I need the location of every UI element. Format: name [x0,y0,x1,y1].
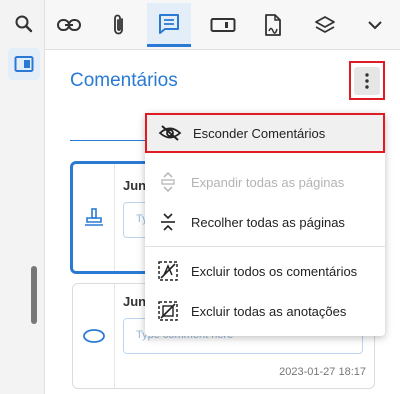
form-field-button[interactable] [201,3,245,47]
panel-icon [14,56,34,72]
menu-item-label: Recolher todas as páginas [191,214,345,230]
delete-comments-icon [145,260,191,282]
more-options-button[interactable] [349,61,385,100]
search-icon [15,15,33,33]
layers-button[interactable] [303,3,347,47]
tab-underline [70,140,150,141]
panel-title: Comentários [70,70,178,91]
comment-date: 2023-01-27 18:17 [279,366,366,378]
link-icon [57,19,81,31]
toolbar [45,0,400,50]
paperclip-icon [114,14,123,35]
ellipse-icon [82,329,105,343]
search-button[interactable] [8,8,40,40]
menu-item-label: Expandir todas as páginas [191,174,345,190]
comment-author: Jun [123,178,147,193]
comment-icon [159,13,179,34]
options-menu: Esconder Comentários Expandir todas as p… [145,113,385,336]
expand-icon [145,172,191,192]
chevron-down-icon [368,21,382,30]
menu-item-collapse-pages[interactable]: Recolher todas as páginas [145,202,385,242]
collapse-icon [145,212,191,232]
left-rail [0,0,45,394]
more-options-inner [354,66,380,95]
link-button[interactable] [47,3,91,47]
form-field-icon [210,18,236,32]
rail-scrollbar[interactable] [31,266,37,324]
sign-document-icon [265,14,281,36]
menu-item-delete-annotations[interactable]: Excluir todas as anotações [145,291,385,331]
card-icon-column [73,164,115,271]
eye-off-icon [147,124,193,142]
sign-document-button[interactable] [251,3,295,47]
comments-button[interactable] [147,3,191,47]
menu-item-label: Excluir todos os comentários [191,263,358,279]
panel-toggle-button[interactable] [8,48,40,80]
delete-annotations-icon [145,300,191,322]
card-icon-column [73,284,115,388]
more-vertical-icon [365,72,369,89]
more-tools-button[interactable] [353,3,397,47]
menu-item-delete-comments[interactable]: Excluir todos os comentários [145,251,385,291]
menu-item-label: Esconder Comentários [193,125,326,141]
comment-author: Jun [123,294,147,309]
layers-icon [315,16,335,33]
stamp-icon [84,207,103,226]
app-root: Comentários Jun Typ Jun Type comment her… [0,0,400,394]
menu-separator [145,246,385,247]
attachment-button[interactable] [97,3,141,47]
menu-item-expand-pages[interactable]: Expandir todas as páginas [145,162,385,202]
menu-item-label: Excluir todas as anotações [191,303,347,319]
menu-item-hide-comments[interactable]: Esconder Comentários [145,113,385,153]
